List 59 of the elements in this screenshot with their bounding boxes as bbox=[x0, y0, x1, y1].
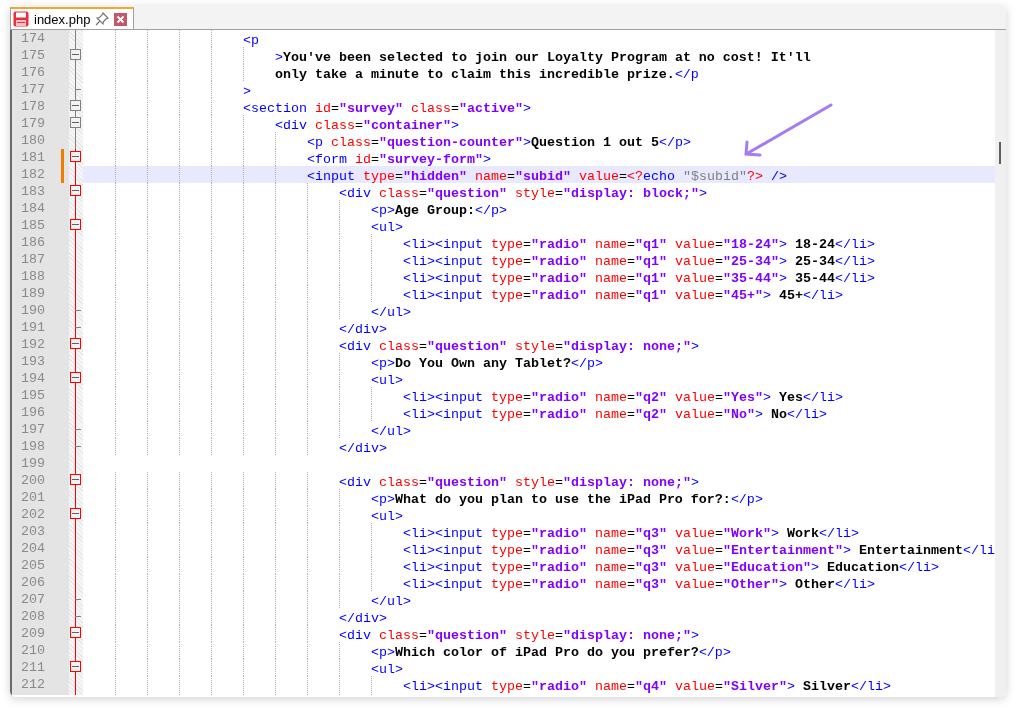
collapse-icon[interactable] bbox=[70, 185, 81, 196]
code-line: <li><input type="radio" name="q2" value="Yes"> Yes</li> bbox=[401, 389, 843, 406]
code-line: </ul> bbox=[369, 304, 411, 321]
code-line: </ul> bbox=[369, 423, 411, 440]
line-number: 199 bbox=[12, 455, 45, 472]
collapse-icon[interactable] bbox=[70, 49, 81, 60]
collapse-icon[interactable] bbox=[70, 151, 81, 162]
collapse-icon[interactable] bbox=[70, 372, 81, 383]
code-line: <p class="question-counter">Question 1 out 5</p> bbox=[305, 134, 691, 151]
collapse-icon[interactable] bbox=[70, 219, 81, 230]
collapse-icon[interactable] bbox=[70, 338, 81, 349]
code-line: <p bbox=[241, 32, 259, 49]
code-line: <li><input type="radio" name="q3" value="Other"> Other</li> bbox=[401, 576, 875, 593]
code-line: <li><input type="radio" name="q3" value="Work"> Work</li> bbox=[401, 525, 859, 542]
code-line: <section id="survey" class="active"> bbox=[241, 100, 531, 117]
tab-title: index.php bbox=[34, 11, 91, 27]
line-number: 212 bbox=[12, 676, 45, 695]
collapse-icon[interactable] bbox=[70, 661, 81, 672]
code-line: <ul> bbox=[369, 508, 403, 525]
code-line: <input type="hidden" name="subid" value=<?echo "$subid"?> /> bbox=[305, 168, 787, 185]
code-line: <li><input type="radio" name="q3" value="Entertainment"> Entertainment</li bbox=[401, 542, 995, 559]
code-line: </div> bbox=[337, 321, 387, 338]
code-line: <li><input type="radio" name="q1" value="35-44"> 35-44</li> bbox=[401, 270, 875, 287]
code-line: <div class="question" style="display: none;"> bbox=[337, 474, 699, 491]
code-line: only take a minute to claim this incredible prize.</p bbox=[273, 66, 699, 83]
collapse-icon[interactable] bbox=[70, 117, 81, 128]
collapse-icon[interactable] bbox=[70, 100, 81, 111]
file-tab[interactable]: index.php bbox=[10, 7, 135, 29]
code-line: <p>Age Group:</p> bbox=[369, 202, 507, 219]
code-line: <ul> bbox=[369, 661, 403, 678]
code-line: </ul> bbox=[369, 593, 411, 610]
code-line: <form id="survey-form"> bbox=[305, 151, 491, 168]
code-line: <li><input type="radio" name="q4" value="Silver"> Silver</li> bbox=[401, 678, 891, 695]
code-line: <li><input type="radio" name="q1" value="45+"> 45+</li> bbox=[401, 287, 843, 304]
code-line: <ul> bbox=[369, 372, 403, 389]
code-line: <li><input type="radio" name="q1" value="18-24"> 18-24</li> bbox=[401, 236, 875, 253]
scrollbar[interactable] bbox=[995, 30, 1006, 697]
code-line: <p>Which color of iPad Pro do you prefer?</p> bbox=[369, 644, 731, 661]
scrollbar-thumb[interactable] bbox=[999, 142, 1001, 164]
save-icon bbox=[13, 11, 29, 27]
collapse-icon[interactable] bbox=[70, 627, 81, 638]
code-line: <li><input type="radio" name="q3" value="Education"> Education</li> bbox=[401, 559, 939, 576]
code-line: <div class="question" style="display: none;"> bbox=[337, 627, 699, 644]
code-line: </div> bbox=[337, 440, 387, 457]
code-line: <p>What do you plan to use the iPad Pro for?:</p> bbox=[369, 491, 763, 508]
collapse-icon[interactable] bbox=[70, 474, 81, 485]
code-line: <li><input type="radio" name="q2" value="No"> No</li> bbox=[401, 406, 827, 423]
code-line: <li><input type="radio" name="q1" value="25-34"> 25-34</li> bbox=[401, 253, 875, 270]
code-line: <ul> bbox=[369, 219, 403, 236]
collapse-icon[interactable] bbox=[70, 508, 81, 519]
code-line: <div class="question" style="display: block;"> bbox=[337, 185, 707, 202]
code-line: > bbox=[241, 83, 251, 100]
code-line: <div class="question" style="display: none;"> bbox=[337, 338, 699, 355]
code-line: <p>Do You Own any Tablet?</p> bbox=[369, 355, 603, 372]
code-line: <div class="container"> bbox=[273, 117, 459, 134]
code-line: >You've been selected to join our Loyalty Program at no cost! It'll bbox=[273, 49, 811, 66]
code-line: </div> bbox=[337, 610, 387, 627]
pin-icon[interactable] bbox=[95, 12, 110, 26]
close-icon[interactable] bbox=[114, 12, 128, 26]
